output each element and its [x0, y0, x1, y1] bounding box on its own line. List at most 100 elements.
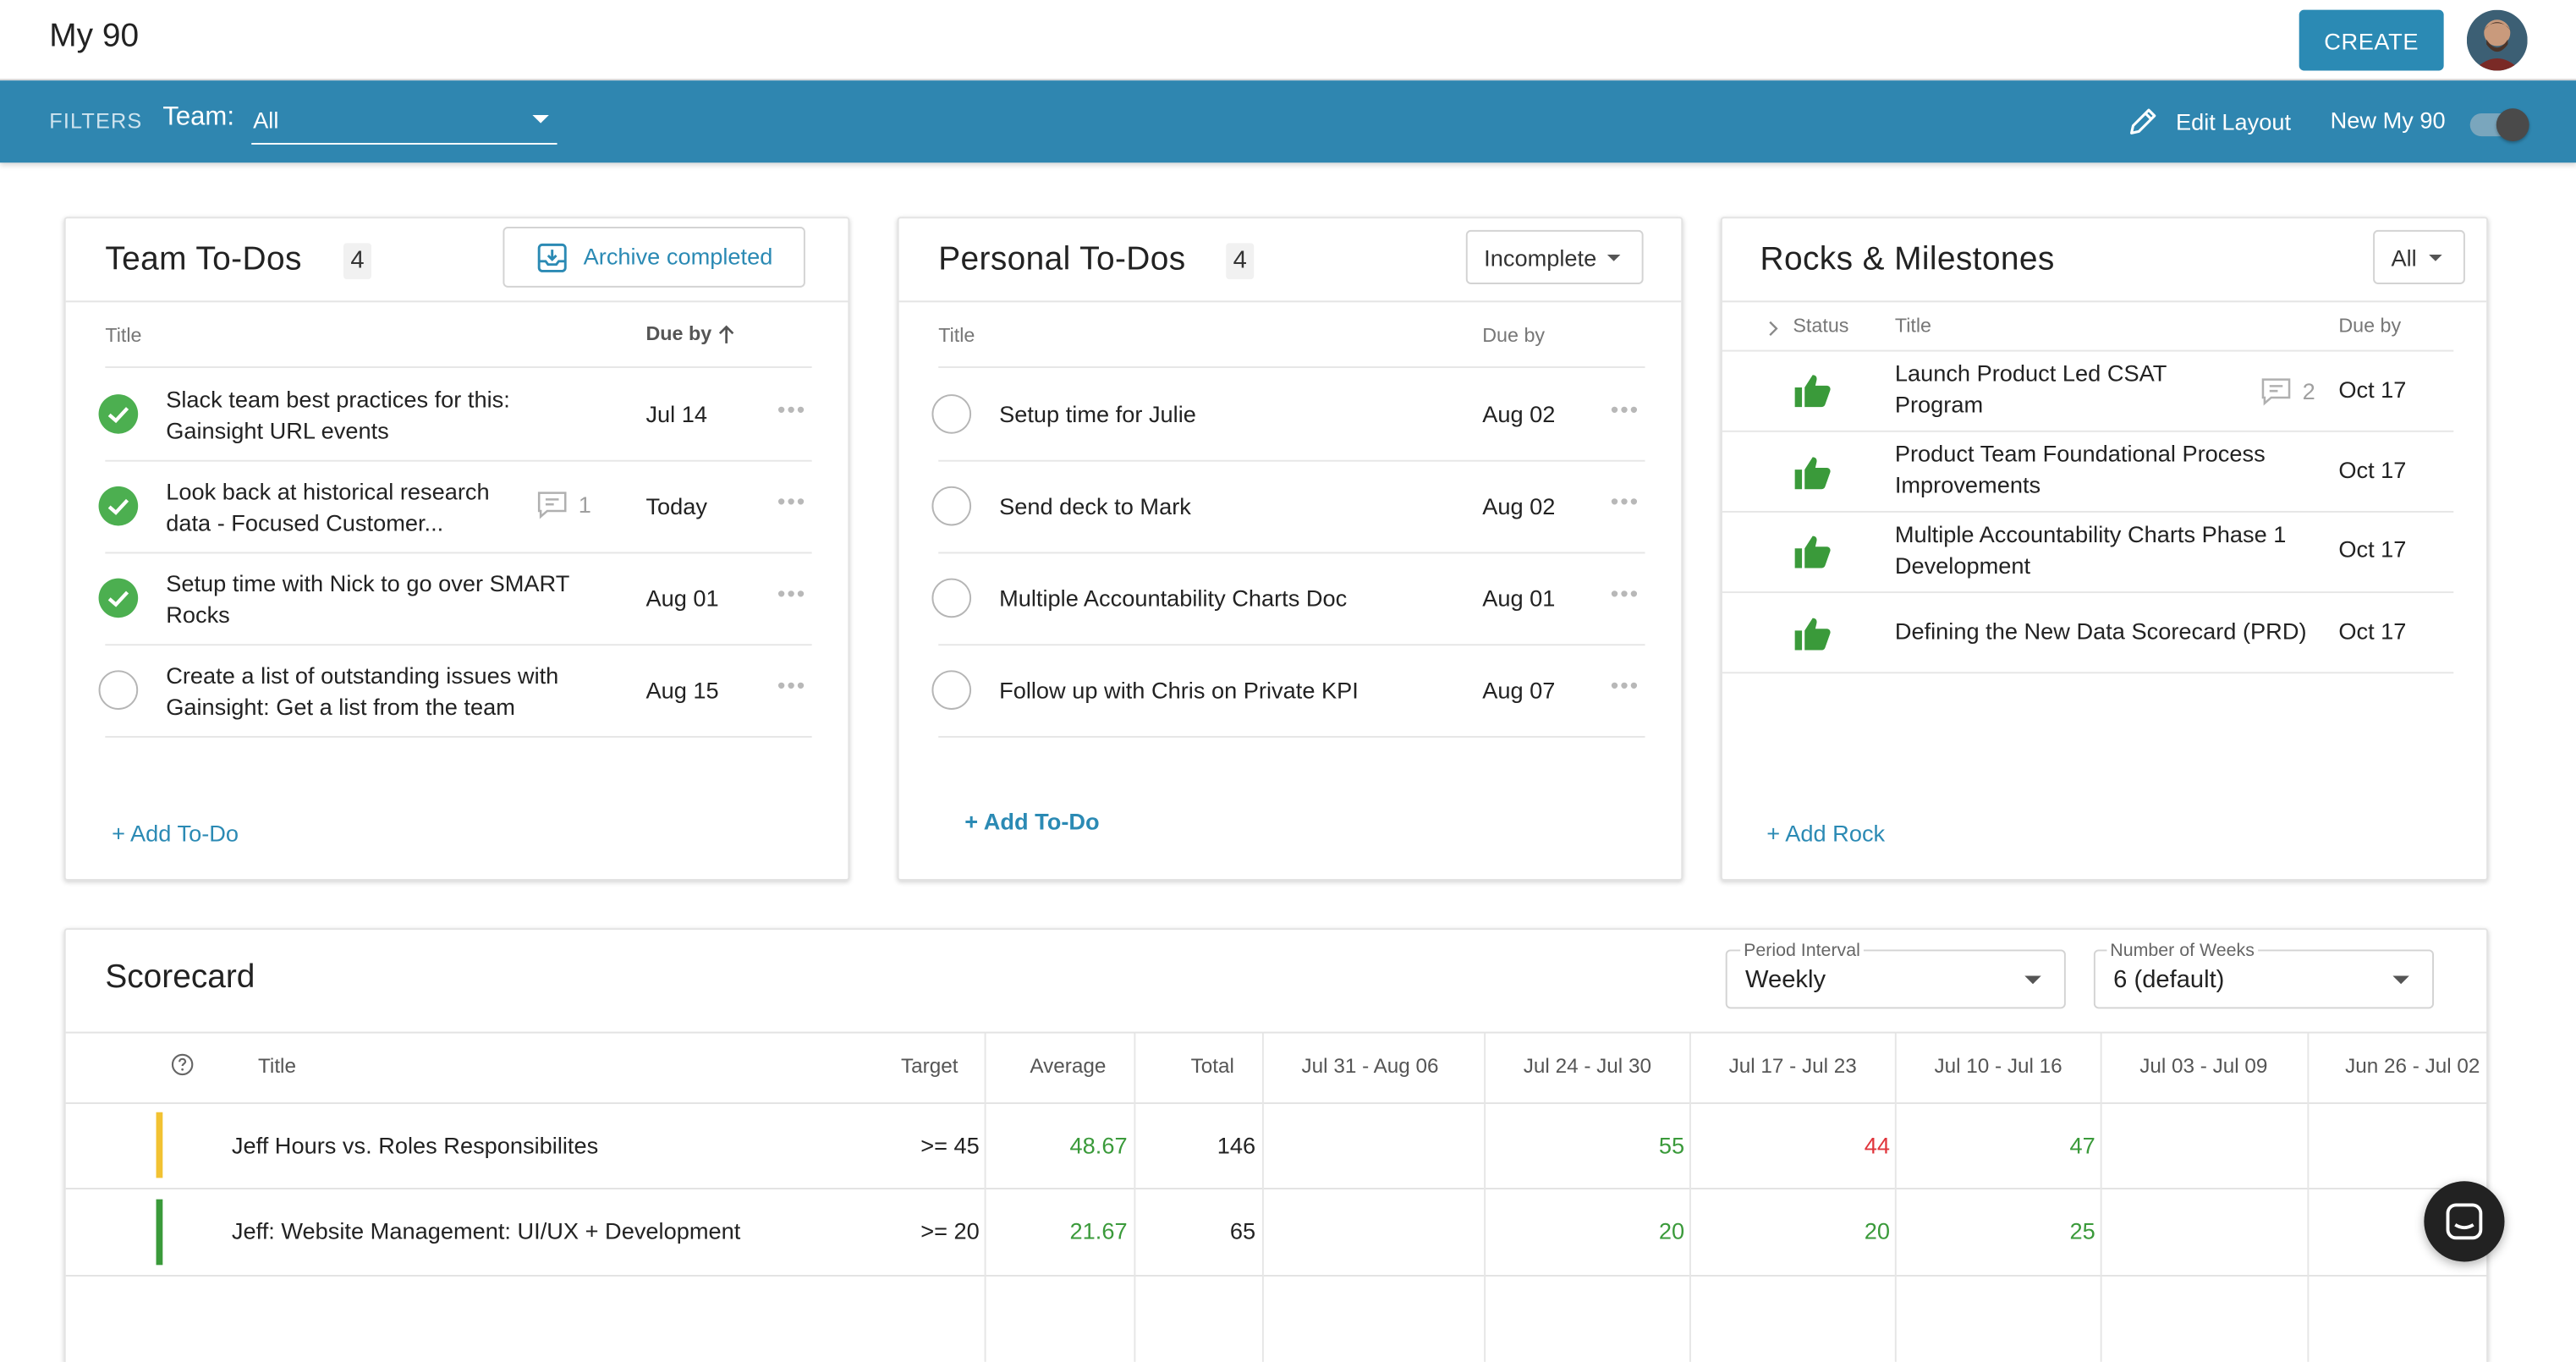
measurable-title: Jeff Hours vs. Roles Responsibilites [231, 1132, 599, 1159]
week-3-value[interactable]: 20 [1693, 1217, 1890, 1244]
add-team-todo-link[interactable]: + Add To-Do [112, 820, 239, 846]
col-week-3: Jul 17 - Jul 23 [1728, 1054, 1857, 1078]
todo-row[interactable]: Follow up with Chris on Private KPI Aug … [899, 644, 1685, 736]
more-icon[interactable]: ••• [777, 396, 806, 422]
team-select-value: All [253, 107, 279, 134]
thumbs-up-icon [1794, 457, 1831, 490]
chevron-down-icon [2429, 255, 2442, 261]
week-3-value[interactable]: 44 [1693, 1132, 1890, 1158]
rock-due: Oct 17 [2338, 456, 2407, 483]
todo-row[interactable]: Send deck to Mark Aug 02 ••• [899, 460, 1685, 552]
col-average: Average [1030, 1054, 1107, 1078]
week-4-value[interactable]: 25 [1898, 1217, 2095, 1244]
more-icon[interactable]: ••• [777, 488, 806, 514]
week-4-value[interactable]: 47 [1898, 1132, 2095, 1158]
todo-title: Setup time for Julie [999, 400, 1196, 427]
rocks-filter-value: All [2391, 244, 2417, 272]
todo-row[interactable]: Multiple Accountability Charts Doc Aug 0… [899, 552, 1685, 645]
todo-checkbox[interactable] [931, 394, 972, 434]
add-rock-link[interactable]: + Add Rock [1766, 820, 1885, 846]
todo-checkbox[interactable] [931, 486, 972, 526]
comment-count[interactable]: 2 [2260, 375, 2315, 408]
page-title: My 90 [49, 18, 140, 55]
col-title: Title [257, 1054, 296, 1078]
more-icon[interactable]: ••• [1611, 488, 1640, 514]
table-row[interactable]: Jeff: Website Management: UI/UX + Develo… [66, 1189, 2488, 1275]
toggle-knob [2496, 108, 2529, 142]
rock-row[interactable]: Multiple Accountability Charts Phase 1 D… [1722, 511, 2453, 591]
rock-row[interactable]: Launch Product Led CSAT Program 2 Oct 17 [1722, 350, 2453, 431]
help-icon[interactable] [171, 1053, 194, 1076]
total-value: 65 [1229, 1217, 1256, 1244]
week-2-value[interactable]: 55 [1487, 1132, 1684, 1158]
col-due-by[interactable]: Due by [1482, 324, 1545, 347]
rock-title-line: Product Team Foundational Process [1894, 440, 2266, 467]
todo-checkbox[interactable] [931, 578, 972, 618]
period-interval-label: Period Interval [1740, 941, 1864, 962]
more-icon[interactable]: ••• [777, 580, 806, 607]
table-row[interactable]: Jeff Hours vs. Roles Responsibilites >= … [66, 1104, 2488, 1188]
todo-row[interactable]: Setup time with Nick to go over SMART Ro… [66, 552, 852, 645]
rocks-filter-dropdown[interactable]: All [2373, 229, 2465, 284]
filters-label: FILTERS [49, 108, 143, 134]
archive-completed-label: Archive completed [583, 243, 773, 270]
expand-icon[interactable] [1765, 321, 1781, 337]
todo-checkbox[interactable] [98, 394, 139, 434]
team-todos-count: 4 [343, 243, 372, 280]
personal-todos-title: Personal To-Dos [938, 241, 1186, 278]
status-filter-value: Incomplete [1484, 244, 1597, 272]
check-icon [107, 407, 129, 424]
todo-checkbox[interactable] [98, 486, 139, 526]
todo-due: Aug 01 [645, 585, 719, 612]
todo-checkbox[interactable] [931, 670, 972, 710]
create-button[interactable]: CREATE [2299, 9, 2444, 71]
col-target: Target [901, 1054, 958, 1078]
todo-row[interactable]: Create a list of outstanding issues with… [66, 644, 852, 736]
team-todos-title: Team To-Dos [105, 241, 302, 278]
todo-row[interactable]: Slack team best practices for this: Gain… [66, 368, 852, 460]
thumbs-up-icon [1794, 375, 1831, 408]
avatar[interactable] [2466, 9, 2528, 71]
todo-title-line: Look back at historical research [166, 478, 490, 505]
archive-completed-button[interactable]: Archive completed [503, 226, 805, 288]
number-of-weeks-label: Number of Weeks [2106, 941, 2258, 962]
rock-title-line: Program [1894, 391, 1984, 418]
status-filter-dropdown[interactable]: Incomplete [1465, 229, 1644, 284]
more-icon[interactable]: ••• [1611, 672, 1640, 698]
personal-todos-count: 4 [1226, 243, 1255, 280]
average-value: 48.67 [1069, 1132, 1128, 1159]
team-select[interactable]: All [251, 100, 557, 145]
todo-checkbox[interactable] [98, 578, 139, 618]
col-due-by[interactable]: Due by [645, 322, 736, 345]
team-todos-card: Team To-Dos 4 Archive completed Title Du… [63, 217, 852, 881]
col-week-1: Jul 31 - Aug 06 [1301, 1054, 1439, 1078]
todo-row[interactable]: Look back at historical research data - … [66, 460, 852, 552]
new-my90-toggle[interactable] [2469, 107, 2529, 142]
todo-due: Aug 07 [1482, 677, 1556, 704]
comment-count[interactable]: 1 [536, 488, 591, 521]
table-divider [65, 1274, 2489, 1277]
todo-row[interactable]: Setup time for Julie Aug 02 ••• [899, 368, 1685, 460]
edit-layout-button[interactable]: Edit Layout [2127, 105, 2291, 138]
col-total: Total [1190, 1054, 1234, 1078]
col-title: Title [938, 323, 975, 347]
col-due-label: Due by [645, 321, 712, 345]
thumbs-up-icon [1794, 535, 1831, 568]
card-divider [898, 300, 1682, 303]
avatar-icon [2466, 9, 2528, 71]
rock-row[interactable]: Defining the New Data Scorecard (PRD) Oc… [1722, 591, 2453, 672]
col-week-2: Jul 24 - Jul 30 [1523, 1054, 1651, 1078]
more-icon[interactable]: ••• [1611, 580, 1640, 607]
add-personal-todo-link[interactable]: + Add To-Do [964, 808, 1099, 834]
card-divider [1722, 300, 2487, 303]
row-divider [1722, 672, 2454, 674]
rock-row[interactable]: Product Team Foundational Process Improv… [1722, 431, 2453, 511]
archive-icon [537, 243, 567, 272]
more-icon[interactable]: ••• [1611, 396, 1640, 422]
todo-checkbox[interactable] [98, 670, 139, 710]
chat-launcher-button[interactable] [2424, 1181, 2505, 1262]
week-2-value[interactable]: 20 [1487, 1217, 1684, 1244]
more-icon[interactable]: ••• [777, 672, 806, 698]
col-week-4: Jul 10 - Jul 16 [1934, 1054, 2062, 1078]
status-indicator [156, 1112, 163, 1178]
